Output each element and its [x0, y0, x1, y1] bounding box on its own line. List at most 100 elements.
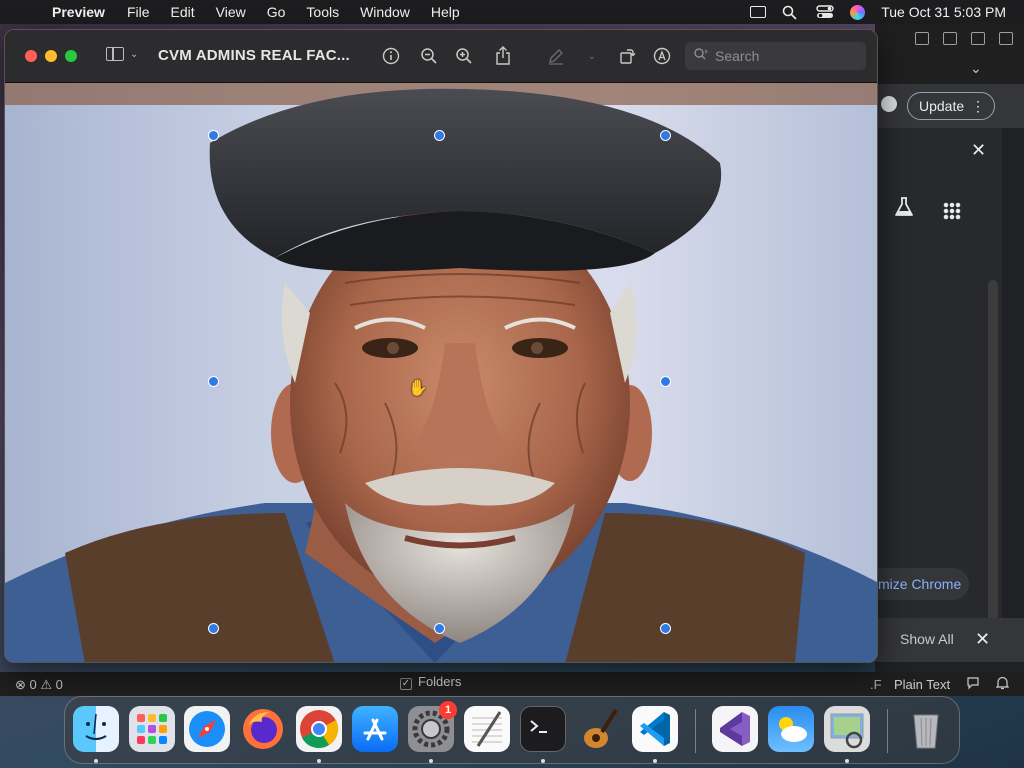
chevron-down-icon: ⌄	[130, 48, 139, 60]
labs-flask-icon[interactable]	[893, 196, 915, 223]
preview-app-icon[interactable]	[824, 706, 870, 752]
rotate-icon[interactable]	[616, 45, 638, 67]
feedback-icon[interactable]	[966, 676, 980, 693]
markup-toolbar-icon[interactable]	[651, 45, 673, 67]
layout-grid-icon[interactable]	[999, 32, 1013, 45]
weather-icon[interactable]	[768, 706, 814, 752]
download-bar-close-icon[interactable]: ✕	[975, 629, 990, 650]
menu-go[interactable]: Go	[267, 4, 286, 20]
spotlight-search-icon[interactable]	[782, 5, 800, 20]
selection-handle-top-right[interactable]	[660, 130, 671, 141]
menu-tools[interactable]: Tools	[306, 4, 339, 20]
vscode-status-strip: ⊗ 0 ⚠ 0 ✓ Folders .F Plain Text	[0, 672, 1024, 696]
close-window-button[interactable]	[25, 50, 37, 62]
folders-checkbox[interactable]: ✓	[400, 678, 412, 690]
minimize-window-button[interactable]	[45, 50, 57, 62]
control-center-icon[interactable]	[816, 5, 834, 19]
selection-handle-bottom-left[interactable]	[208, 623, 219, 634]
folders-label: Folders	[418, 674, 462, 689]
profile-avatar-icon[interactable]	[881, 96, 897, 112]
info-icon[interactable]	[380, 45, 402, 67]
launchpad-icon[interactable]	[129, 706, 175, 752]
side-panel-scrollbar[interactable]	[988, 280, 998, 660]
layout-right-icon[interactable]	[971, 32, 985, 45]
firefox-icon[interactable]	[240, 706, 286, 752]
finder-icon[interactable]	[73, 706, 119, 752]
layout-bottom-icon[interactable]	[943, 32, 957, 45]
document-title[interactable]: CVM ADMINS REAL FAC...	[158, 47, 350, 64]
menu-view[interactable]: View	[216, 4, 246, 20]
selection-handle-middle-right[interactable]	[660, 376, 671, 387]
zoom-window-button[interactable]	[65, 50, 77, 62]
download-bar: Show All ✕	[875, 618, 1024, 662]
language-mode[interactable]: Plain Text	[894, 677, 950, 692]
vscode-running-indicator	[653, 759, 657, 763]
chrome-window: ⌄ Update ⋮ ✕ mize Chrome Show All ✕	[865, 24, 1024, 674]
app-store-icon[interactable]	[352, 706, 398, 752]
customize-chrome-button[interactable]: mize Chrome	[865, 568, 969, 600]
selection-handle-middle-left[interactable]	[208, 376, 219, 387]
stage-manager-icon[interactable]	[750, 6, 767, 18]
visual-studio-icon[interactable]	[712, 706, 758, 752]
garageband-icon[interactable]	[576, 706, 622, 752]
search-field[interactable]	[685, 42, 866, 70]
siri-icon[interactable]	[850, 4, 866, 20]
tab-search-chevron-icon[interactable]: ⌄	[970, 60, 982, 77]
visual-studio-code-icon[interactable]	[632, 706, 678, 752]
menu-file[interactable]: File	[127, 4, 150, 20]
finder-running-indicator	[94, 759, 98, 763]
selection-handle-top-left[interactable]	[208, 130, 219, 141]
chrome-update-label: Update	[919, 98, 965, 114]
markup-chevron-down-icon[interactable]: ⌄	[581, 45, 603, 67]
menu-edit[interactable]: Edit	[171, 4, 195, 20]
notifications-bell-icon[interactable]	[995, 676, 1010, 693]
menu-help[interactable]: Help	[431, 4, 460, 20]
search-icon	[693, 47, 709, 66]
textedit-icon[interactable]	[464, 706, 510, 752]
sidebar-toggle-button[interactable]: ⌄	[106, 47, 138, 61]
chrome-update-button[interactable]: Update ⋮	[907, 92, 995, 120]
problems-indicator[interactable]: ⊗ 0 ⚠ 0	[15, 677, 63, 693]
dock-separator	[695, 709, 696, 753]
chrome-window-layout-controls	[915, 32, 1013, 45]
chrome-toolbar: Update ⋮	[875, 84, 1024, 128]
system-settings-icon[interactable]: 1	[408, 701, 457, 752]
safari-icon[interactable]	[184, 706, 230, 752]
selection-handle-top-center[interactable]	[434, 130, 445, 141]
more-menu-icon[interactable]: ⋮	[971, 98, 985, 115]
settings-running-indicator	[429, 759, 433, 763]
sidebar-icon	[106, 47, 124, 61]
status-fragment: .F	[870, 677, 882, 692]
selection-handle-bottom-right[interactable]	[660, 623, 671, 634]
menu-clock[interactable]: Tue Oct 31 5:03 PM	[881, 4, 1006, 20]
zoom-in-icon[interactable]	[453, 45, 475, 67]
hand-cursor-icon: ✋	[408, 380, 428, 397]
chrome-running-indicator	[317, 759, 321, 763]
selection-handle-bottom-center[interactable]	[434, 623, 445, 634]
folders-option[interactable]: ✓ Folders	[400, 674, 461, 690]
search-input[interactable]	[715, 48, 855, 64]
image-canvas[interactable]: ✋	[5, 83, 877, 662]
share-icon[interactable]	[492, 45, 514, 67]
side-panel-close-icon[interactable]: ✕	[971, 140, 986, 161]
markup-pen-icon[interactable]	[545, 45, 567, 67]
zoom-out-icon[interactable]	[418, 45, 440, 67]
trash-icon[interactable]	[903, 706, 949, 752]
chrome-icon[interactable]	[296, 706, 342, 752]
portrait-photo	[5, 83, 877, 662]
dock-separator	[887, 709, 888, 753]
preview-toolbar: ⌄ CVM ADMINS REAL FAC... ⌄	[5, 30, 877, 83]
chrome-tab-bar: ⌄	[875, 24, 1024, 84]
menu-bar: Preview File Edit View Go Tools Window H…	[0, 0, 1024, 24]
layout-left-icon[interactable]	[915, 32, 929, 45]
menu-app-name[interactable]: Preview	[52, 4, 105, 20]
menu-extras: Tue Oct 31 5:03 PM	[750, 0, 1006, 24]
terminal-icon[interactable]	[520, 706, 566, 752]
preview-running-indicator	[845, 759, 849, 763]
menu-window[interactable]: Window	[360, 4, 410, 20]
apps-grid-icon[interactable]	[943, 202, 961, 220]
settings-badge: 1	[439, 701, 457, 719]
chrome-side-panel: ✕ mize Chrome	[865, 128, 1002, 660]
dock: 1	[64, 696, 960, 764]
show-all-downloads-button[interactable]: Show All	[900, 631, 954, 647]
